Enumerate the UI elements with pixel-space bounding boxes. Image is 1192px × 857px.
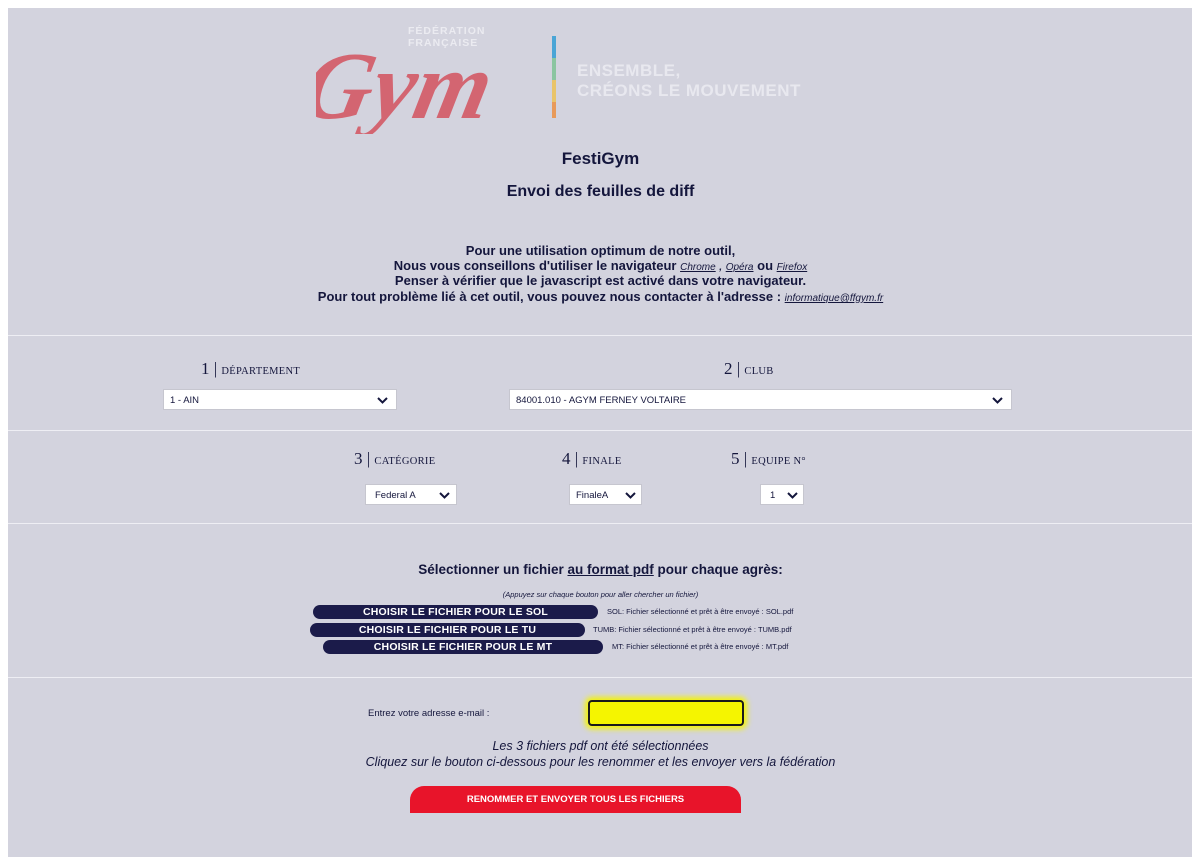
info-line-4-prefix: Pour tout problème lié à cet outil, vous… — [317, 289, 782, 304]
info-line-3: Penser à vérifier que le javascript est … — [394, 273, 807, 288]
step-4-text: FINALE — [582, 456, 622, 467]
chevron-down-icon — [787, 485, 798, 506]
slogan-line2: CRÉONS LE MOUVEMENT — [577, 81, 801, 100]
opera-link[interactable]: Opéra — [726, 262, 754, 273]
step-3-label: 3 | CATÉGORIE — [354, 449, 435, 469]
firefox-link[interactable]: Firefox — [777, 262, 808, 273]
step-3-text: CATÉGORIE — [374, 456, 436, 467]
file-selection-heading: Sélectionner un fichier au format pdf po… — [8, 562, 1192, 577]
divider — [8, 430, 1192, 431]
divider — [8, 523, 1192, 524]
choose-tu-file-button[interactable]: CHOISIR LE FICHIER POUR LE TU — [310, 623, 585, 637]
finale-select[interactable]: FinaleA — [569, 484, 642, 505]
department-select[interactable]: 1 - AIN — [163, 389, 397, 410]
step-2-number: 2 — [724, 359, 733, 378]
slogan-line1: ENSEMBLE, — [577, 61, 681, 80]
team-number-select[interactable]: 1 — [760, 484, 804, 505]
chevron-down-icon — [625, 485, 636, 506]
choose-mt-file-button[interactable]: CHOISIR LE FICHIER POUR LE MT — [323, 640, 603, 654]
info-line-4: Pour tout problème lié à cet outil, vous… — [8, 289, 1192, 307]
page-title: FestiGym — [561, 149, 640, 168]
step-5-text: EQUIPE N° — [751, 456, 806, 467]
logo-subtitle: FÉDÉRATION FRANÇAISE — [408, 25, 485, 49]
confirmation-message: Les 3 fichiers pdf ont été sélectionnées… — [8, 738, 1192, 770]
rename-and-send-button[interactable]: RENOMMER ET ENVOYER TOUS LES FICHIERS — [410, 786, 741, 813]
finale-value: FinaleA — [576, 490, 609, 501]
step-3-number: 3 — [354, 449, 363, 468]
department-value: 1 - AIN — [170, 395, 200, 406]
tumb-file-status: TUMB: Fichier sélectionné et prêt à être… — [593, 625, 792, 634]
file-heading-format: au format pdf — [567, 562, 654, 577]
email-label: Entrez votre adresse e-mail : — [368, 708, 490, 719]
step-2-text: CLUB — [744, 366, 774, 377]
page-subtitle: Envoi des feuilles de diff — [506, 183, 695, 200]
step-4-label: 4 | FINALE — [562, 449, 622, 469]
logo-sub-line1: FÉDÉRATION — [408, 25, 486, 37]
divider — [8, 677, 1192, 678]
team-number-value: 1 — [770, 490, 776, 501]
contact-email-link[interactable]: informatique@ffgym.fr — [785, 293, 884, 304]
divider — [8, 335, 1192, 336]
step-5-number: 5 — [731, 449, 740, 468]
step-1-sep: | — [213, 359, 218, 378]
confirmation-line-2: Cliquez sur le bouton ci-dessous pour le… — [365, 755, 836, 769]
step-3-sep: | — [366, 449, 371, 468]
mt-file-status: MT: Fichier sélectionné et prêt à être e… — [612, 642, 789, 651]
step-4-number: 4 — [562, 449, 571, 468]
logo-sub-line2: FRANÇAISE — [408, 37, 479, 49]
step-2-sep: | — [736, 359, 741, 378]
step-5-label: 5 | EQUIPE N° — [731, 449, 806, 469]
file-heading-prefix: Sélectionner un fichier — [418, 562, 564, 577]
file-selection-note: (Appuyez sur chaque bouton pour aller ch… — [502, 590, 699, 599]
chrome-link[interactable]: Chrome — [680, 262, 716, 273]
info-line-1: Pour une utilisation optimum de notre ou… — [465, 243, 736, 258]
comma-separator: , — [719, 262, 723, 273]
club-select[interactable]: 84001.010 - AGYM FERNEY VOLTAIRE — [509, 389, 1012, 410]
info-line-2-prefix: Nous vous conseillons d'utiliser le navi… — [393, 258, 677, 273]
step-5-sep: | — [743, 449, 748, 468]
category-select[interactable]: Federal A — [365, 484, 457, 505]
step-4-sep: | — [574, 449, 579, 468]
club-value: 84001.010 - AGYM FERNEY VOLTAIRE — [516, 395, 687, 406]
step-1-text: DÉPARTEMENT — [221, 366, 301, 377]
step-1-label: 1 | DÉPARTEMENT — [201, 359, 300, 379]
file-heading-suffix: pour chaque agrès: — [657, 562, 783, 577]
main-panel: Gym FÉDÉRATION FRANÇAISE ENSEMBLE, CRÉON… — [8, 8, 1192, 857]
confirmation-line-1: Les 3 fichiers pdf ont été sélectionnées — [492, 739, 709, 753]
slogan: ENSEMBLE, CRÉONS LE MOUVEMENT — [577, 61, 801, 101]
choose-sol-file-button[interactable]: CHOISIR LE FICHIER POUR LE SOL — [313, 605, 598, 619]
email-input[interactable] — [588, 700, 744, 726]
chevron-down-icon — [439, 485, 450, 506]
ou-separator: ou — [757, 258, 774, 273]
chevron-down-icon — [992, 390, 1003, 411]
category-value: Federal A — [375, 490, 416, 501]
sol-file-status: SOL: Fichier sélectionné et prêt à être … — [607, 607, 794, 616]
step-1-number: 1 — [201, 359, 210, 378]
chevron-down-icon — [377, 390, 388, 411]
step-2-label: 2 | CLUB — [724, 359, 774, 379]
